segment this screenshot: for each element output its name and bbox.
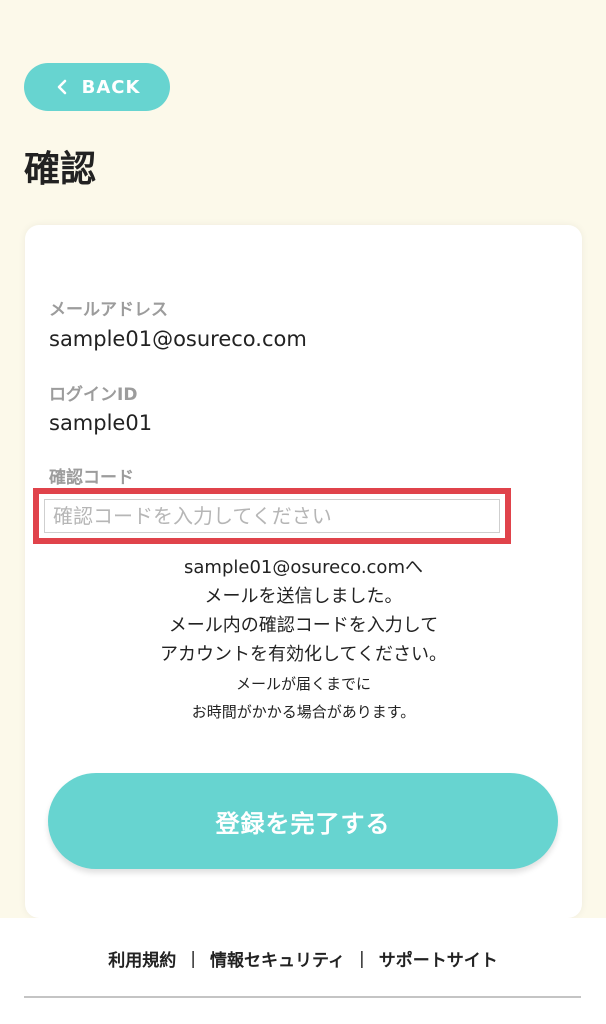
login-id-label: ログインID [49, 385, 138, 405]
confirmation-card: メールアドレス sample01@osureco.com ログインID samp… [25, 225, 582, 918]
page-title: 確認 [24, 149, 97, 190]
sent-message-line2: メールを送信しました。 [204, 586, 403, 607]
confirmation-code-input[interactable] [44, 499, 500, 533]
confirmation-code-label: 確認コード [49, 468, 134, 488]
delay-note-line2: お時間がかかる場合があります。 [191, 703, 416, 721]
sent-message-line4: アカウントを有効化してください。 [160, 644, 447, 665]
login-id-value: sample01 [49, 411, 153, 435]
terms-link[interactable]: 利用規約 [108, 946, 176, 971]
footer-links: 利用規約 | 情報セキュリティ | サポートサイト [0, 946, 606, 972]
back-label: BACK [81, 76, 141, 98]
sent-message-line3: メール内の確認コードを入力して [168, 615, 439, 636]
email-label: メールアドレス [49, 300, 168, 320]
footer-separator: | [358, 948, 365, 969]
security-link[interactable]: 情報セキュリティ [210, 946, 345, 971]
sent-message-line1: sample01@osureco.comへ [184, 557, 423, 578]
delay-note-line1: メールが届くまでに [235, 675, 371, 693]
chevron-left-icon [50, 75, 74, 99]
support-site-link[interactable]: サポートサイト [379, 946, 498, 971]
confirmation-code-highlight [33, 488, 511, 544]
footer-divider [24, 996, 581, 998]
back-button[interactable]: BACK [24, 63, 170, 111]
footer-separator: | [190, 948, 196, 969]
complete-registration-button[interactable]: 登録を完了する [48, 773, 558, 869]
email-value: sample01@osureco.com [49, 327, 307, 351]
footer: 利用規約 | 情報セキュリティ | サポートサイト [0, 918, 606, 1024]
